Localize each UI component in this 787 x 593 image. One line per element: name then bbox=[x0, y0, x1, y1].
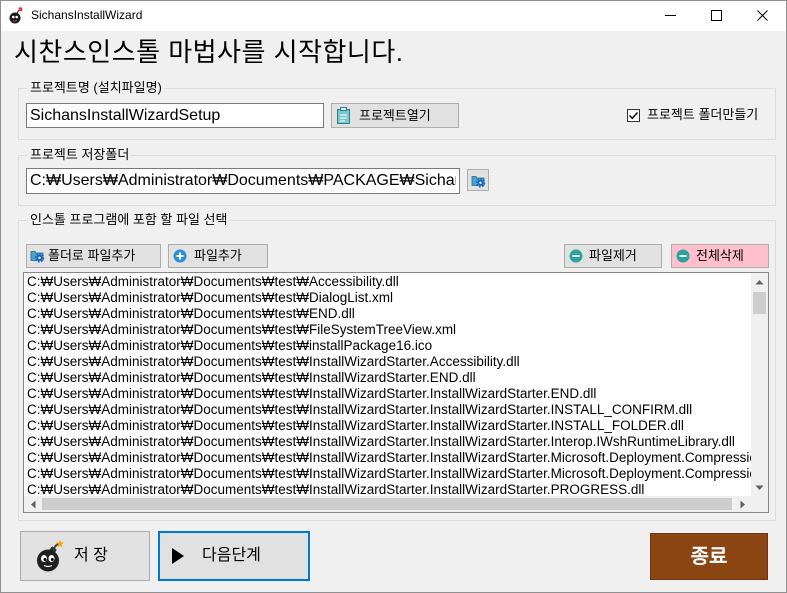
next-step-button[interactable]: 다음단계 bbox=[158, 531, 310, 581]
remove-file-label: 파일제거 bbox=[589, 248, 637, 263]
list-item[interactable]: C:₩Users₩Administrator₩Documents₩test₩In… bbox=[24, 354, 751, 370]
bomb-face-icon bbox=[35, 539, 65, 573]
remove-all-label: 전체삭제 bbox=[696, 248, 744, 263]
list-item[interactable]: C:₩Users₩Administrator₩Documents₩test₩in… bbox=[24, 338, 751, 354]
browse-folder-button[interactable] bbox=[467, 169, 489, 191]
play-icon bbox=[172, 548, 184, 564]
minimize-button[interactable] bbox=[647, 0, 693, 31]
list-item[interactable]: C:₩Users₩Administrator₩Documents₩test₩In… bbox=[24, 386, 751, 402]
remove-all-button[interactable]: 전체삭제 bbox=[671, 244, 769, 268]
add-folder-files-button[interactable]: 폴더로 파일추가 bbox=[26, 244, 161, 268]
open-project-label: 프로젝트열기 bbox=[359, 108, 431, 123]
project-name-input[interactable] bbox=[26, 103, 324, 128]
scroll-down-arrow-icon[interactable] bbox=[751, 479, 768, 496]
add-file-button[interactable]: 파일추가 bbox=[168, 244, 268, 268]
list-item[interactable]: C:₩Users₩Administrator₩Documents₩test₩In… bbox=[24, 466, 751, 482]
scroll-left-arrow-icon[interactable] bbox=[24, 496, 41, 512]
minus-circle-icon bbox=[569, 249, 583, 263]
file-list[interactable]: C:₩Users₩Administrator₩Documents₩test₩Ac… bbox=[23, 272, 769, 513]
exit-label: 종료 bbox=[690, 545, 728, 568]
close-icon bbox=[756, 10, 768, 21]
folder-gear-icon bbox=[471, 173, 486, 188]
exit-button[interactable]: 종료 bbox=[650, 533, 768, 580]
save-folder-input[interactable] bbox=[26, 168, 460, 194]
vertical-scrollbar[interactable] bbox=[751, 273, 768, 496]
minus-circle-icon bbox=[676, 249, 690, 263]
page-title: 시찬스인스톨 마법사를 시작합니다. bbox=[14, 37, 404, 67]
list-item[interactable]: C:₩Users₩Administrator₩Documents₩test₩Fi… bbox=[24, 322, 751, 338]
minimize-icon bbox=[664, 10, 676, 21]
scroll-up-arrow-icon[interactable] bbox=[751, 273, 768, 290]
remove-file-button[interactable]: 파일제거 bbox=[564, 244, 662, 268]
title-bar[interactable]: SichansInstallWizard bbox=[0, 0, 787, 31]
list-item[interactable]: C:₩Users₩Administrator₩Documents₩test₩Ac… bbox=[24, 274, 751, 290]
window-title: SichansInstallWizard bbox=[31, 8, 143, 22]
list-item[interactable]: C:₩Users₩Administrator₩Documents₩test₩EN… bbox=[24, 306, 751, 322]
list-item[interactable]: C:₩Users₩Administrator₩Documents₩test₩In… bbox=[24, 418, 751, 434]
list-item[interactable]: C:₩Users₩Administrator₩Documents₩test₩Di… bbox=[24, 290, 751, 306]
next-step-label: 다음단계 bbox=[202, 547, 261, 564]
save-folder-group-label: 프로젝트 저장폴더 bbox=[28, 147, 132, 163]
checkmark-icon bbox=[629, 112, 639, 120]
file-selection-group-label: 인스톨 프로그램에 포함 할 파일 선택 bbox=[28, 212, 230, 228]
make-project-folder-checkbox[interactable] bbox=[627, 109, 640, 122]
project-name-group-label: 프로젝트명 (설치파일명) bbox=[28, 80, 164, 96]
file-list-items: C:₩Users₩Administrator₩Documents₩test₩Ac… bbox=[24, 273, 751, 496]
close-button[interactable] bbox=[739, 0, 785, 31]
add-file-label: 파일추가 bbox=[194, 248, 242, 263]
folder-gear-icon bbox=[30, 248, 45, 263]
list-item[interactable]: C:₩Users₩Administrator₩Documents₩test₩In… bbox=[24, 370, 751, 386]
plus-circle-icon bbox=[173, 249, 187, 263]
installer-window: SichansInstallWizard 시찬스인스톨 마법사를 시작합니다. … bbox=[0, 0, 787, 593]
vertical-scroll-thumb[interactable] bbox=[753, 292, 766, 314]
add-folder-files-label: 폴더로 파일추가 bbox=[48, 248, 136, 263]
list-item[interactable]: C:₩Users₩Administrator₩Documents₩test₩In… bbox=[24, 482, 751, 496]
horizontal-scrollbar[interactable] bbox=[24, 496, 751, 512]
save-button[interactable]: 저 장 bbox=[20, 531, 150, 581]
open-project-button[interactable]: 프로젝트열기 bbox=[331, 103, 459, 128]
scroll-right-arrow-icon[interactable] bbox=[734, 496, 751, 512]
make-project-folder-label[interactable]: 프로젝트 폴더만들기 bbox=[647, 107, 758, 123]
maximize-button[interactable] bbox=[693, 0, 739, 31]
maximize-icon bbox=[710, 10, 722, 21]
horizontal-scroll-thumb[interactable] bbox=[42, 498, 732, 510]
save-label: 저 장 bbox=[74, 547, 108, 564]
clipboard-icon bbox=[337, 107, 350, 124]
bomb-icon bbox=[9, 7, 23, 24]
list-item[interactable]: C:₩Users₩Administrator₩Documents₩test₩In… bbox=[24, 402, 751, 418]
list-item[interactable]: C:₩Users₩Administrator₩Documents₩test₩In… bbox=[24, 450, 751, 466]
list-item[interactable]: C:₩Users₩Administrator₩Documents₩test₩In… bbox=[24, 434, 751, 450]
scrollbar-corner bbox=[751, 496, 768, 512]
